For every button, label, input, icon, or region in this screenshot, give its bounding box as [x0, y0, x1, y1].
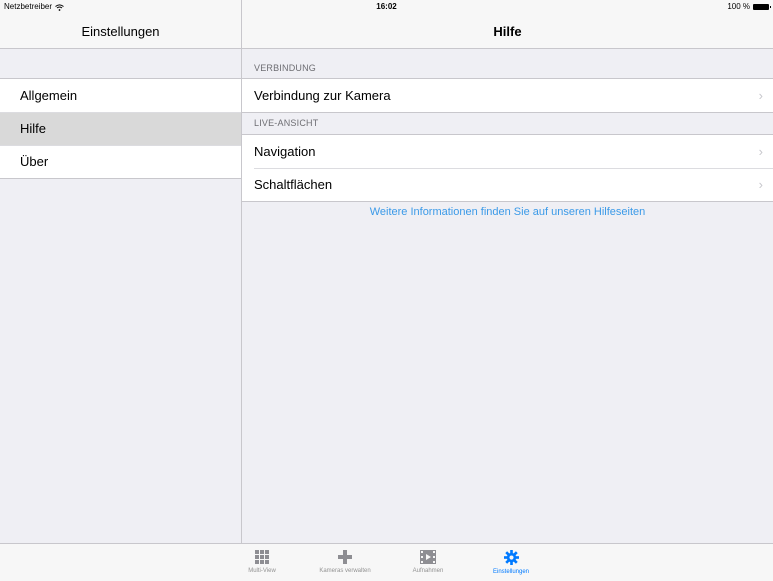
settings-item-allgemein[interactable]: Allgemein [0, 79, 241, 112]
row-label: Verbindung zur Kamera [254, 88, 391, 103]
chevron-right-icon: › [758, 177, 763, 192]
row-label: Schaltflächen [254, 177, 333, 192]
row-verbindung-zur-kamera[interactable]: Verbindung zur Kamera › [242, 79, 773, 112]
master-title: Einstellungen [81, 24, 160, 39]
gear-icon [503, 550, 519, 565]
detail-pane: Hilfe VERBINDUNG Verbindung zur Kamera ›… [242, 0, 773, 543]
section-header-live-ansicht: LIVE-ANSICHT [254, 118, 319, 128]
section-verbindung: Verbindung zur Kamera › [242, 78, 773, 113]
status-right: 100 % [727, 0, 771, 14]
clock: 16:02 [376, 2, 397, 11]
plus-icon [338, 550, 352, 564]
settings-item-ueber[interactable]: Über [0, 145, 241, 178]
settings-list: Allgemein Hilfe Über [0, 78, 241, 179]
chevron-right-icon: › [758, 144, 763, 159]
tab-bar: Multi-View Kameras verwalten Aufnahmen E… [0, 543, 773, 581]
master-pane: Einstellungen Allgemein Hilfe Über [0, 0, 242, 543]
tab-label: Kameras verwalten [319, 568, 371, 574]
chevron-right-icon: › [758, 88, 763, 103]
detail-title: Hilfe [493, 24, 522, 39]
status-bar: Netzbetreiber 16:02 100 % [0, 0, 773, 14]
tab-kameras-verwalten[interactable]: Kameras verwalten [310, 544, 380, 581]
grid-icon [255, 550, 269, 564]
section-live-ansicht: Navigation › Schaltflächen › [242, 134, 773, 202]
settings-item-hilfe[interactable]: Hilfe [0, 112, 241, 145]
tab-label: Aufnahmen [412, 568, 444, 574]
row-label: Navigation [254, 144, 316, 159]
row-schaltflaechen[interactable]: Schaltflächen › [242, 168, 773, 201]
tab-label: Einstellungen [492, 569, 530, 575]
tab-multi-view[interactable]: Multi-View [227, 544, 297, 581]
help-pages-link[interactable]: Weitere Informationen finden Sie auf uns… [242, 206, 773, 218]
film-icon [420, 550, 436, 564]
tab-label: Multi-View [248, 568, 276, 574]
section-header-verbindung: VERBINDUNG [254, 63, 317, 73]
battery-icon [753, 4, 771, 10]
tab-einstellungen[interactable]: Einstellungen [476, 544, 546, 581]
tab-aufnahmen[interactable]: Aufnahmen [393, 544, 463, 581]
row-navigation[interactable]: Navigation › [242, 135, 773, 168]
battery-percent: 100 % [727, 2, 750, 11]
